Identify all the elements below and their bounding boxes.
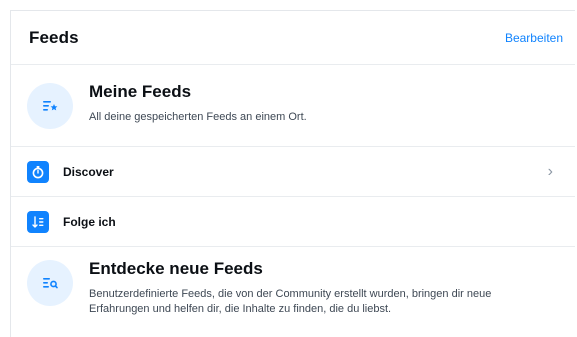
my-feeds-section[interactable]: Meine Feeds All deine gespeicherten Feed… [11, 65, 575, 147]
edit-button[interactable]: Bearbeiten [505, 31, 563, 45]
my-feeds-title: Meine Feeds [89, 82, 192, 101]
discover-label: Discover [63, 164, 114, 179]
saved-feeds-icon [27, 83, 73, 129]
feed-row-discover[interactable]: Discover › [11, 147, 575, 197]
feed-row-following[interactable]: Folge ich [11, 197, 575, 247]
feed-search-icon [27, 260, 73, 306]
feeds-panel: Feeds Bearbeiten Meine Feeds All deine g… [10, 10, 575, 337]
discover-new-feeds-section[interactable]: Entdecke neue Feeds Benutzerdefinierte F… [11, 247, 575, 327]
chevron-right-icon: › [547, 162, 553, 180]
discover-icon [27, 160, 49, 183]
following-icon [27, 210, 49, 233]
following-label: Folge ich [63, 214, 116, 229]
feeds-header: Feeds Bearbeiten [11, 11, 575, 65]
discover-new-feeds-title: Entdecke neue Feeds [89, 259, 263, 278]
page-title: Feeds [29, 27, 79, 47]
discover-new-feeds-description: Benutzerdefinierte Feeds, die von der Co… [89, 288, 492, 315]
my-feeds-description: All deine gespeicherten Feeds an einem O… [89, 111, 307, 123]
